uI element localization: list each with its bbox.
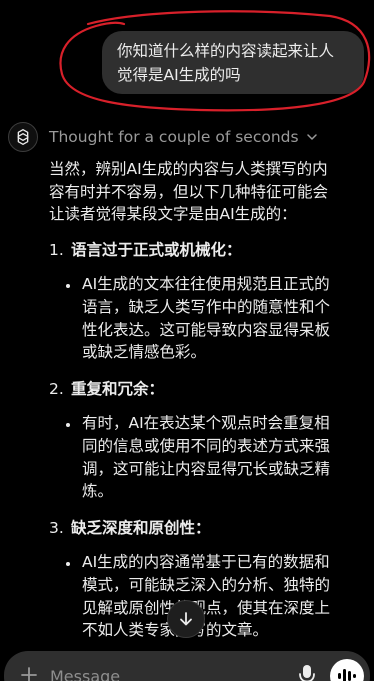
user-message-bubble: 你知道什么样的内容读起来让人 觉得是AI生成的吗 — [102, 31, 364, 94]
intro-line: 容有时并不容易，但以下几种特征可能会 — [49, 182, 329, 201]
voice-waveform-icon — [338, 669, 356, 681]
message-input[interactable] — [50, 664, 250, 681]
section-number: 2. — [49, 379, 64, 398]
section-number: 1. — [49, 240, 64, 259]
bullet-line: 语言，缺乏人类写作中的随意性和个 — [82, 297, 331, 316]
arrow-down-icon — [180, 612, 192, 626]
thought-toggle[interactable]: Thought for a couple of seconds — [49, 126, 319, 148]
bullet-line: 见解或原创性的观点，使其在深度上 — [82, 598, 331, 617]
list-section: 3. 缺乏深度和原创性： AI生成的内容通常基于已有的数据和 模式，可能缺乏深入… — [49, 517, 365, 642]
list-item: 有时，AI在表达某个观点时会重复相 同的信息或使用不同的表述方式来强 调，这可能… — [49, 412, 365, 502]
bullet-line: 有时，AI在表达某个观点时会重复相 — [82, 414, 330, 433]
bullet-line: AI生成的内容通常基于已有的数据和 — [82, 553, 330, 572]
voice-mode-button[interactable] — [330, 659, 364, 681]
response-intro: 当然，辨别AI生成的内容与人类撰写的内 容有时并不容易，但以下几种特征可能会 让… — [49, 158, 365, 226]
list-section: 1. 语言过于正式或机械化： AI生成的文本往往使用规范且正式的 语言，缺乏人类… — [49, 239, 365, 364]
message-composer — [4, 651, 370, 681]
chatgpt-logo-icon — [8, 122, 38, 152]
assistant-response: 当然，辨别AI生成的内容与人类撰写的内 容有时并不容易，但以下几种特征可能会 让… — [49, 158, 365, 656]
list-section: 2. 重复和冗余： 有时，AI在表达某个观点时会重复相 同的信息或使用不同的表述… — [49, 378, 365, 503]
plus-icon[interactable] — [19, 665, 39, 681]
section-title: 语言过于正式或机械化： — [71, 240, 242, 259]
bullet-icon — [66, 562, 70, 567]
bullet-line: 同的信息或使用不同的表述方式来强 — [82, 436, 331, 455]
list-item: AI生成的文本往往使用规范且正式的 语言，缺乏人类写作中的随意性和个 性化表达。… — [49, 273, 365, 363]
user-message-line: 你知道什么样的内容读起来让人 — [117, 42, 335, 60]
scroll-down-button[interactable] — [167, 600, 205, 638]
bullet-line: 不如人类专家撰写的文章。 — [82, 619, 365, 642]
bullet-line: 模式，可能缺乏深入的分析、独特的 — [82, 575, 331, 594]
bullet-line: AI生成的文本往往使用规范且正式的 — [82, 275, 330, 294]
section-title: 重复和冗余： — [71, 379, 165, 398]
bullet-line: 调，这可能让内容显得冗长或缺乏精 — [82, 459, 331, 478]
chevron-down-icon — [306, 134, 317, 140]
thought-label: Thought for a couple of seconds — [49, 128, 299, 146]
section-number: 3. — [49, 518, 64, 537]
section-title: 缺乏深度和原创性： — [71, 518, 211, 537]
bullet-line: 或缺乏情感色彩。 — [82, 343, 207, 362]
bullet-icon — [66, 423, 70, 428]
intro-line: 让读者觉得某段文字是由AI生成的： — [49, 205, 297, 224]
list-item: AI生成的内容通常基于已有的数据和 模式，可能缺乏深入的分析、独特的 见解或原创… — [49, 551, 365, 641]
bullet-line: 性化表达。这可能导致内容显得呆板 — [82, 320, 331, 339]
bullet-icon — [66, 284, 70, 289]
user-message-line: 觉得是AI生成的吗 — [117, 66, 241, 84]
bullet-line: 炼。 — [82, 482, 114, 501]
microphone-icon[interactable] — [296, 663, 318, 681]
intro-line: 当然，辨别AI生成的内容与人类撰写的内 — [49, 160, 328, 178]
